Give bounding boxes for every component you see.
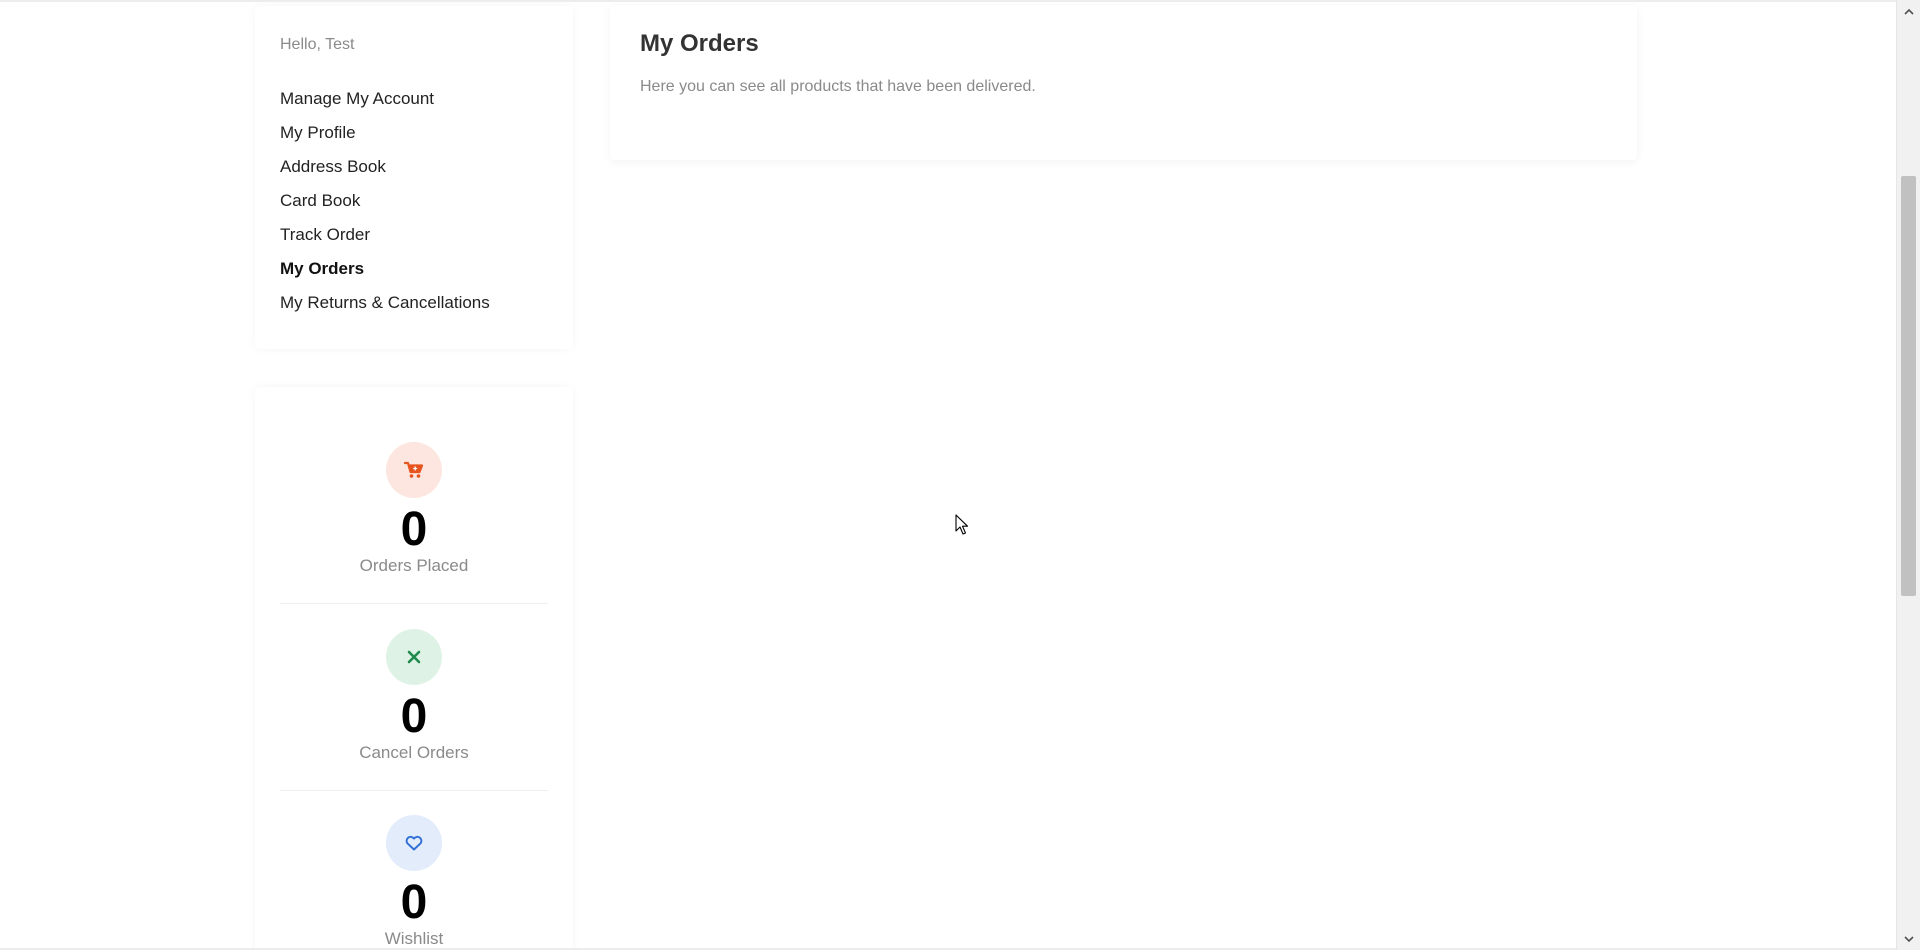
scroll-up-button[interactable] bbox=[1897, 2, 1920, 20]
nav-item-my-orders[interactable]: My Orders bbox=[280, 252, 490, 286]
chevron-up-icon bbox=[1903, 8, 1914, 15]
heart-icon bbox=[386, 815, 442, 871]
scroll-down-button[interactable] bbox=[1897, 930, 1920, 948]
orders-placed-count: 0 bbox=[400, 503, 428, 556]
nav-item-card-book[interactable]: Card Book bbox=[280, 184, 490, 218]
cancel-orders-label: Cancel Orders bbox=[359, 743, 469, 762]
page-subtitle: Here you can see all products that have … bbox=[640, 78, 1036, 95]
mouse-cursor-icon bbox=[955, 514, 969, 541]
orders-placed-label: Orders Placed bbox=[359, 556, 469, 575]
nav-item-track-order[interactable]: Track Order bbox=[280, 218, 490, 252]
my-orders-card: My Orders Here you can see all products … bbox=[610, 6, 1637, 160]
stat-cancel-orders: 0 Cancel Orders bbox=[255, 629, 573, 763]
scrollbar-thumb[interactable] bbox=[1901, 176, 1916, 596]
page-title: My Orders bbox=[640, 30, 759, 57]
top-border bbox=[0, 0, 1896, 2]
wishlist-label: Wishlist bbox=[384, 929, 444, 948]
shopping-cart-icon bbox=[386, 442, 442, 498]
stat-divider bbox=[280, 790, 548, 791]
stat-orders-placed: 0 Orders Placed bbox=[255, 442, 573, 576]
greeting-text: Hello, Test bbox=[280, 36, 355, 53]
nav-item-manage-my-account[interactable]: Manage My Account bbox=[280, 82, 490, 116]
account-nav-list: Manage My Account My Profile Address Boo… bbox=[280, 82, 490, 320]
nav-item-my-profile[interactable]: My Profile bbox=[280, 116, 490, 150]
vertical-scrollbar[interactable] bbox=[1896, 0, 1920, 950]
wishlist-count: 0 bbox=[400, 876, 428, 929]
account-nav-card: Hello, Test Manage My Account My Profile… bbox=[255, 6, 573, 349]
order-stats-card: 0 Orders Placed 0 Cancel Orders 0 Wishli… bbox=[255, 387, 573, 950]
close-icon bbox=[386, 629, 442, 685]
cancel-orders-count: 0 bbox=[400, 690, 428, 743]
nav-item-my-returns-cancellations[interactable]: My Returns & Cancellations bbox=[280, 286, 490, 320]
nav-item-address-book[interactable]: Address Book bbox=[280, 150, 490, 184]
stat-wishlist: 0 Wishlist bbox=[255, 815, 573, 949]
chevron-down-icon bbox=[1903, 935, 1914, 942]
page: Hello, Test Manage My Account My Profile… bbox=[0, 0, 1920, 950]
stat-divider bbox=[280, 603, 548, 604]
